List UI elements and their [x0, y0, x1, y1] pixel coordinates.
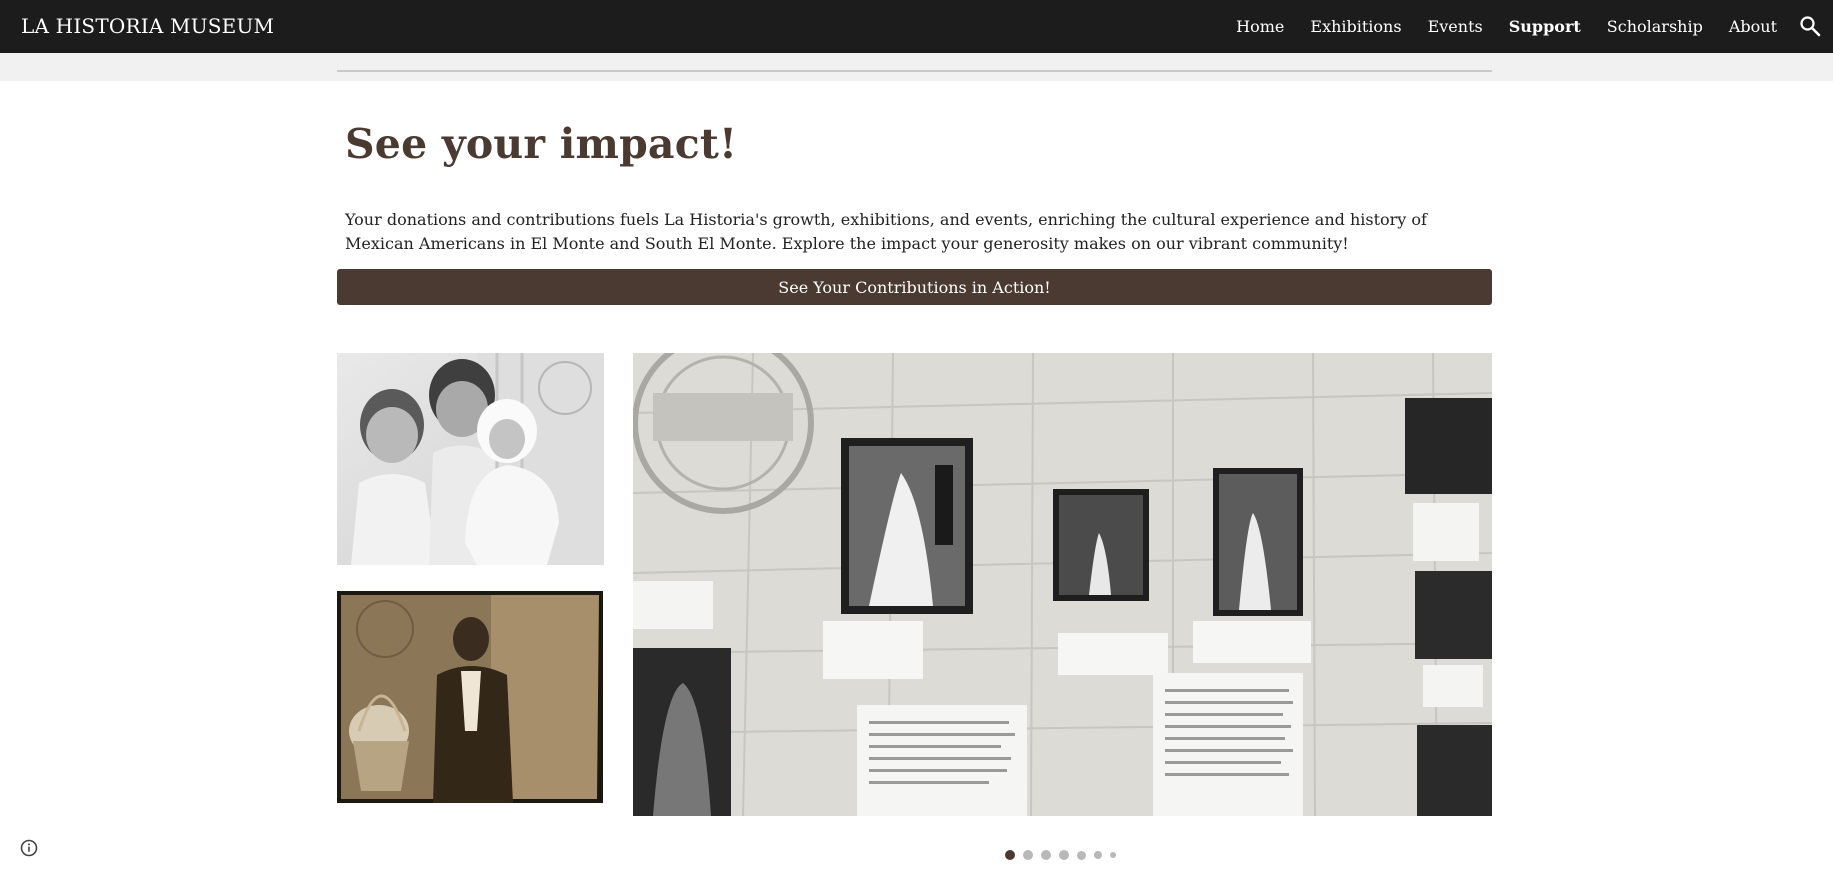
carousel-pagination	[1005, 850, 1124, 860]
carousel-dot[interactable]	[1110, 852, 1116, 858]
nav-scholarship[interactable]: Scholarship	[1607, 17, 1703, 36]
nav-about[interactable]: About	[1729, 17, 1777, 36]
search-icon[interactable]	[1799, 15, 1821, 37]
children-photo	[337, 353, 604, 565]
carousel-dot[interactable]	[1041, 850, 1051, 860]
section-divider-band	[0, 53, 1833, 81]
carousel-dot[interactable]	[1059, 850, 1069, 860]
info-icon[interactable]	[20, 839, 38, 857]
page-heading: See your impact!	[345, 120, 738, 168]
divider-rule	[337, 70, 1492, 72]
site-title[interactable]: LA HISTORIA MUSEUM	[21, 0, 274, 53]
nav-events[interactable]: Events	[1428, 17, 1483, 36]
nav-exhibitions[interactable]: Exhibitions	[1310, 17, 1401, 36]
carousel-dot[interactable]	[1094, 851, 1102, 859]
nav-home[interactable]: Home	[1236, 17, 1284, 36]
carousel-dot[interactable]	[1005, 850, 1015, 860]
carousel-dot[interactable]	[1023, 850, 1033, 860]
sepia-portrait-photo	[337, 591, 603, 803]
nav-support[interactable]: Support	[1509, 17, 1581, 36]
top-navigation-bar: LA HISTORIA MUSEUM Home Exhibitions Even…	[0, 0, 1833, 53]
contributions-cta-button[interactable]: See Your Contributions in Action!	[337, 269, 1492, 305]
intro-text: Your donations and contributions fuels L…	[345, 210, 1427, 253]
carousel-dot[interactable]	[1077, 850, 1086, 860]
exhibition-wall-photo	[633, 353, 1492, 816]
main-nav: Home Exhibitions Events Support Scholars…	[1210, 0, 1777, 53]
